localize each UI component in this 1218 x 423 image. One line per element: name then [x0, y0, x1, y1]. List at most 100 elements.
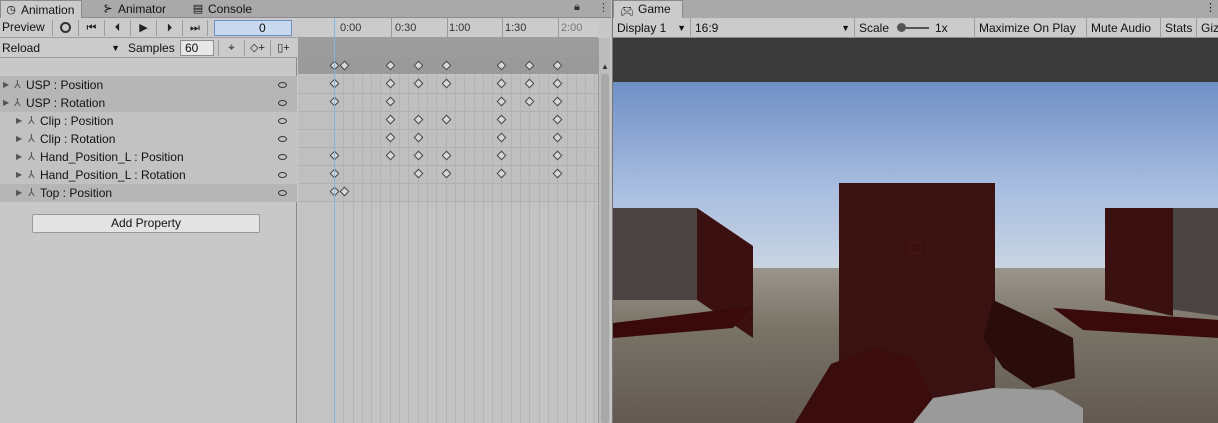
- list-item[interactable]: ▶ ⅄ USP : Position: [0, 76, 297, 94]
- grid-line: [380, 74, 381, 423]
- list-item[interactable]: ▶ ⅄ Hand_Position_L : Rotation: [0, 166, 297, 184]
- expand-arrow-icon[interactable]: ▶: [3, 76, 9, 94]
- grid-line: [353, 74, 354, 423]
- scale-slider[interactable]: Scale 1x: [855, 18, 975, 38]
- dopesheet[interactable]: 0:00 0:30 1:00 1:30 2:00: [298, 18, 598, 423]
- clip-name: Reload: [2, 41, 41, 55]
- scale-handle[interactable]: [897, 23, 906, 32]
- stats-toggle[interactable]: Stats: [1161, 18, 1197, 38]
- grid-line: [529, 74, 530, 423]
- left-cube-shadow: [613, 306, 753, 338]
- ruler-label: 1:30: [505, 22, 527, 34]
- grid-line: [399, 74, 400, 423]
- tab-animation[interactable]: ◷ Animation: [0, 0, 82, 18]
- property-label: USP : Position: [26, 78, 104, 92]
- eye-icon[interactable]: [278, 118, 287, 124]
- grid-line: [539, 74, 540, 423]
- game-toolbar: Display 1 ▼ 16:9 ▼ Scale 1x Maximize On …: [613, 18, 1218, 38]
- eye-icon[interactable]: [278, 154, 287, 160]
- more-menu-icon[interactable]: ⋮: [1205, 1, 1216, 14]
- frame-field[interactable]: 0: [214, 20, 292, 36]
- tab-animation-label: Animation: [21, 3, 75, 17]
- clip-toolbar: Reload ▼ Samples 60 ⌖ ◇+ ▯+: [0, 38, 297, 58]
- aspect-label: 16:9: [695, 21, 719, 35]
- expand-arrow-icon[interactable]: ▶: [3, 94, 9, 112]
- expand-arrow-icon[interactable]: ▶: [16, 130, 22, 148]
- last-keyframe-icon: ⏭: [190, 22, 200, 34]
- list-item[interactable]: ▶ ⅄ Clip : Position: [0, 112, 297, 130]
- playhead[interactable]: [334, 18, 335, 423]
- expand-arrow-icon[interactable]: ▶: [16, 184, 22, 202]
- list-item[interactable]: ▶ ⅄ Top : Position: [0, 184, 297, 202]
- add-event-marker-button[interactable]: ▯+: [270, 40, 296, 56]
- record-icon: [60, 22, 71, 33]
- grid-line: [483, 74, 484, 423]
- display-dropdown[interactable]: Display 1 ▼: [613, 18, 691, 38]
- prev-keyframe-icon: ⏴: [114, 22, 121, 34]
- eye-icon[interactable]: [278, 190, 287, 196]
- eye-icon[interactable]: [278, 136, 287, 142]
- grid-line: [576, 74, 577, 423]
- record-button[interactable]: [52, 20, 78, 36]
- game-scene-render: [613, 183, 1218, 423]
- add-keyframe-button[interactable]: ⌖: [218, 40, 244, 56]
- clip-dropdown[interactable]: Reload ▼: [0, 39, 124, 57]
- eye-icon[interactable]: [278, 82, 287, 88]
- property-label: Hand_Position_L : Rotation: [40, 168, 186, 182]
- game-window: 🎮︎ Game ⋮ Display 1 ▼ 16:9 ▼ Scale 1x Ma…: [612, 0, 1218, 423]
- scrollbar-thumb[interactable]: [601, 74, 609, 423]
- animator-icon: ⊱: [103, 3, 113, 15]
- maximize-on-play-toggle[interactable]: Maximize On Play: [975, 18, 1087, 38]
- more-menu-icon[interactable]: ⋮: [598, 1, 609, 14]
- list-item[interactable]: ▶ ⅄ USP : Rotation: [0, 94, 297, 112]
- expand-arrow-icon[interactable]: ▶: [16, 148, 22, 166]
- left-cube-face: [613, 208, 697, 300]
- editor-root: ◷ Animation ⊱ Animator ▤ Console 🔒︎ ⋮ Pr…: [0, 0, 1218, 423]
- tab-animator[interactable]: ⊱ Animator: [98, 0, 178, 18]
- first-keyframe-button[interactable]: ⏮: [78, 20, 104, 36]
- expand-arrow-icon[interactable]: ▶: [16, 166, 22, 184]
- event-marker-icon: ▯+: [277, 42, 290, 54]
- list-item[interactable]: ▶ ⅄ Hand_Position_L : Position: [0, 148, 297, 166]
- grid-line: [436, 74, 437, 423]
- time-ruler[interactable]: 0:00 0:30 1:00 1:30 2:00: [298, 18, 598, 38]
- last-keyframe-button[interactable]: ⏭: [182, 20, 208, 36]
- chevron-down-icon: ▼: [841, 23, 850, 33]
- animation-window: ◷ Animation ⊱ Animator ▤ Console 🔒︎ ⋮ Pr…: [0, 0, 611, 423]
- scroll-up-icon[interactable]: ▲: [601, 62, 609, 71]
- ruler-tick: [558, 18, 559, 38]
- vertical-scrollbar[interactable]: ▲: [598, 38, 610, 423]
- next-keyframe-icon: ⏵: [166, 22, 173, 34]
- tab-console[interactable]: ▤ Console: [188, 0, 268, 18]
- next-keyframe-button[interactable]: ⏵: [156, 20, 182, 36]
- samples-field[interactable]: 60: [180, 40, 214, 56]
- grid-line: [520, 74, 521, 423]
- game-tab-bar: 🎮︎ Game ⋮: [613, 0, 1218, 18]
- tab-game-label: Game: [638, 2, 671, 16]
- transform-icon: ⅄: [28, 169, 35, 181]
- grid-line: [343, 74, 344, 423]
- right-cube-side: [1105, 208, 1173, 316]
- gizmos-dropdown[interactable]: Giz: [1197, 18, 1218, 38]
- grid-line: [557, 74, 558, 423]
- grid-line: [371, 74, 372, 423]
- list-item[interactable]: ▶ ⅄ Clip : Rotation: [0, 130, 297, 148]
- playback-toolbar: Preview ⏮ ⏴ ▶ ⏵ ⏭ 0: [0, 18, 297, 38]
- expand-arrow-icon[interactable]: ▶: [16, 112, 22, 130]
- eye-icon[interactable]: [278, 100, 287, 106]
- grid-line: [408, 74, 409, 423]
- chevron-down-icon: ▼: [677, 23, 686, 33]
- prev-keyframe-button[interactable]: ⏴: [104, 20, 130, 36]
- game-view[interactable]: [613, 38, 1218, 423]
- add-property-button[interactable]: Add Property: [32, 214, 260, 233]
- aspect-dropdown[interactable]: 16:9 ▼: [691, 18, 855, 38]
- mute-audio-toggle[interactable]: Mute Audio: [1087, 18, 1161, 38]
- transform-icon: ⅄: [28, 133, 35, 145]
- add-event-button[interactable]: ◇+: [244, 40, 270, 56]
- grid-line: [567, 74, 568, 423]
- grid-line: [548, 74, 549, 423]
- play-button[interactable]: ▶: [130, 20, 156, 36]
- eye-icon[interactable]: [278, 172, 287, 178]
- tab-game[interactable]: 🎮︎ Game: [613, 0, 683, 18]
- grid-line: [418, 74, 419, 423]
